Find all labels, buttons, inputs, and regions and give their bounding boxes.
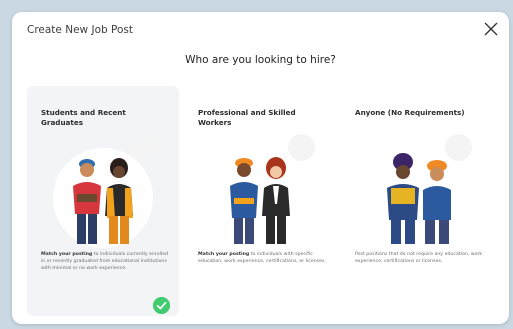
option-description: Match your posting to individuals with s… — [198, 252, 326, 265]
modal-title: Create New Job Post — [27, 24, 133, 36]
option-students[interactable]: Students and Recent Graduates Match your… — [27, 86, 179, 316]
students-illustration — [53, 148, 153, 248]
hire-question: Who are you looking to hire? — [185, 54, 336, 66]
option-anyone[interactable]: Anyone (No Requirements) Post positions … — [341, 86, 493, 316]
option-description: Match your posting to individuals curren… — [41, 252, 169, 272]
option-description: Post positions that do not require any e… — [355, 252, 483, 265]
option-title: Professional and Skilled Workers — [198, 108, 296, 127]
option-title: Students and Recent Graduates — [41, 108, 126, 127]
professionals-illustration — [210, 148, 310, 248]
check-icon — [153, 297, 170, 314]
option-professionals[interactable]: Professional and Skilled Workers Match y… — [184, 86, 336, 316]
option-title: Anyone (No Requirements) — [355, 108, 465, 117]
create-job-post-modal: Create New Job Post Who are you looking … — [12, 12, 509, 324]
close-icon[interactable] — [483, 21, 499, 37]
anyone-illustration — [367, 148, 467, 248]
